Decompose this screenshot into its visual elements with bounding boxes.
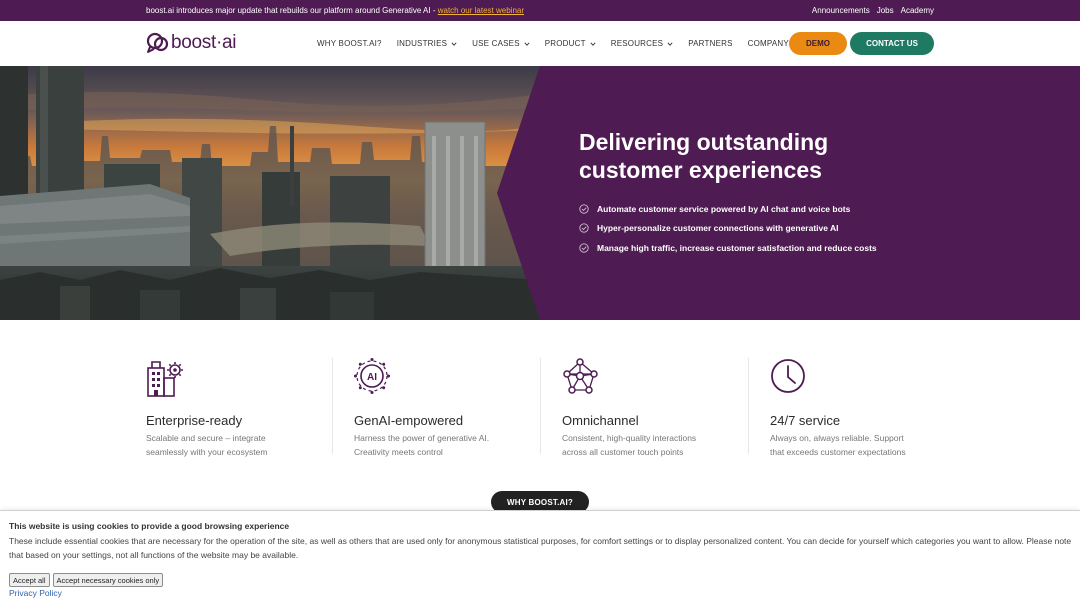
cookie-text: These include essential cookies that are… [9,536,1072,560]
chevron-down-icon [667,41,673,46]
announcements-link[interactable]: Announcements [812,6,870,15]
hero-bullet-text: Automate customer service powered by AI … [597,203,851,214]
nav-product[interactable]: PRODUCT [545,39,596,48]
feature-title: 24/7 service [770,413,841,428]
feature-247: 24/7 service Always on, always reliable.… [770,358,950,459]
nav-label: PRODUCT [544,39,586,48]
main-nav: WHY BOOST.AI? INDUSTRIES USE CASES PRODU… [317,21,814,66]
feature-description: Scalable and secure – integrate seamless… [146,432,326,459]
feature-enterprise: Enterprise-ready Scalable and secure – i… [146,358,326,459]
clock-icon [771,359,805,393]
nav-why-boost[interactable]: WHY BOOST.AI? [317,39,382,48]
svg-text:AI: AI [367,372,377,383]
announcement-message: boost.ai introduces major update that re… [146,6,812,15]
utility-links: Announcements Jobs Academy [812,6,934,15]
logo[interactable]: boost·ai [146,31,237,55]
divider [540,358,541,454]
feature-desc-line: seamlessly with your ecosystem [146,446,268,457]
nav-label: USE CASES [472,39,520,48]
site-header: boost·ai WHY BOOST.AI? INDUSTRIES USE CA… [0,21,1080,66]
accept-necessary-button[interactable]: Accept necessary cookies only [52,573,164,587]
logo-text: boost·ai [171,32,237,53]
nav-industries[interactable]: INDUSTRIES [397,39,457,48]
cookie-title: This website is using cookies to provide… [9,521,290,531]
hero-bullet: Manage high traffic, increase customer s… [579,238,877,258]
feature-title: Omnichannel [562,413,639,428]
logo-mark-icon [146,32,169,53]
divider [748,358,749,454]
nav-label: COMPANY [747,39,789,48]
feature-desc-line: Creativity meets control [354,446,443,457]
divider [332,358,333,454]
building-gear-icon [147,361,183,397]
hero-bullet: Hyper-personalize customer connections w… [579,219,877,239]
accept-all-button[interactable]: Accept all [9,573,50,587]
hero-bullet-list: Automate customer service powered by AI … [579,199,877,258]
check-circle-icon [579,223,589,233]
feature-title: Enterprise-ready [146,413,243,428]
check-circle-icon [579,204,589,214]
feature-desc-line: Always on, always reliable. Support [770,433,904,443]
hero-bullet-text: Hyper-personalize customer connections w… [597,223,839,234]
cookie-buttons: Accept all Accept necessary cookies only [9,573,164,587]
feature-desc-line: Consistent, high-quality interactions [562,433,697,443]
features-section: Enterprise-ready Scalable and secure – i… [0,320,1080,513]
feature-description: Consistent, high-quality interactions ac… [562,432,742,459]
feature-desc-line: Scalable and secure – integrate [146,433,266,443]
nav-label: WHY BOOST.AI? [317,39,382,48]
announcement-text: boost.ai introduces major update that re… [146,6,436,15]
ai-chip-icon: AI [354,358,390,394]
check-circle-icon [579,243,589,253]
privacy-policy-link[interactable]: Privacy Policy [9,588,62,598]
nav-label: PARTNERS [688,39,733,48]
feature-genai: AI GenAI-empowered Harness the power of … [354,358,534,459]
webinar-link[interactable]: watch our latest webinar [438,6,524,15]
feature-omnichannel: Omnichannel Consistent, high-quality int… [562,358,742,459]
feature-desc-line: Harness the power of generative AI. [354,433,490,443]
nav-partners[interactable]: PARTNERS [688,39,732,48]
feature-description: Always on, always reliable. Support that… [770,432,950,459]
hero-purple-panel [497,66,1080,320]
feature-desc-line: across all customer touch points [562,446,684,457]
nav-use-cases[interactable]: USE CASES [472,39,530,48]
chevron-down-icon [590,41,596,46]
announcement-bar: boost.ai introduces major update that re… [0,0,1080,21]
hero-bullet-text: Manage high traffic, increase customer s… [597,242,877,253]
hero-bullet: Automate customer service powered by AI … [579,199,877,219]
nav-label: RESOURCES [610,39,664,48]
nav-label: INDUSTRIES [396,39,448,48]
demo-button[interactable]: DEMO [789,32,847,55]
feature-title: GenAI-empowered [354,413,464,428]
jobs-link[interactable]: Jobs [877,6,894,15]
hero-section: Delivering outstanding customer experien… [0,66,1080,320]
chevron-down-icon [524,41,530,46]
contact-us-button[interactable]: CONTACT US [850,32,934,55]
hero-title-line2: customer experiences [579,157,822,183]
nav-resources[interactable]: RESOURCES [611,39,673,48]
chevron-down-icon [451,41,457,46]
feature-desc-line: that exceeds customer expectations [770,446,906,457]
academy-link[interactable]: Academy [901,6,934,15]
network-nodes-icon [563,358,598,394]
cookie-banner: This website is using cookies to provide… [0,510,1080,608]
hero-title-line1: Delivering outstanding [579,129,829,155]
feature-description: Harness the power of generative AI. Crea… [354,432,534,459]
hero-title: Delivering outstanding customer experien… [579,128,899,184]
